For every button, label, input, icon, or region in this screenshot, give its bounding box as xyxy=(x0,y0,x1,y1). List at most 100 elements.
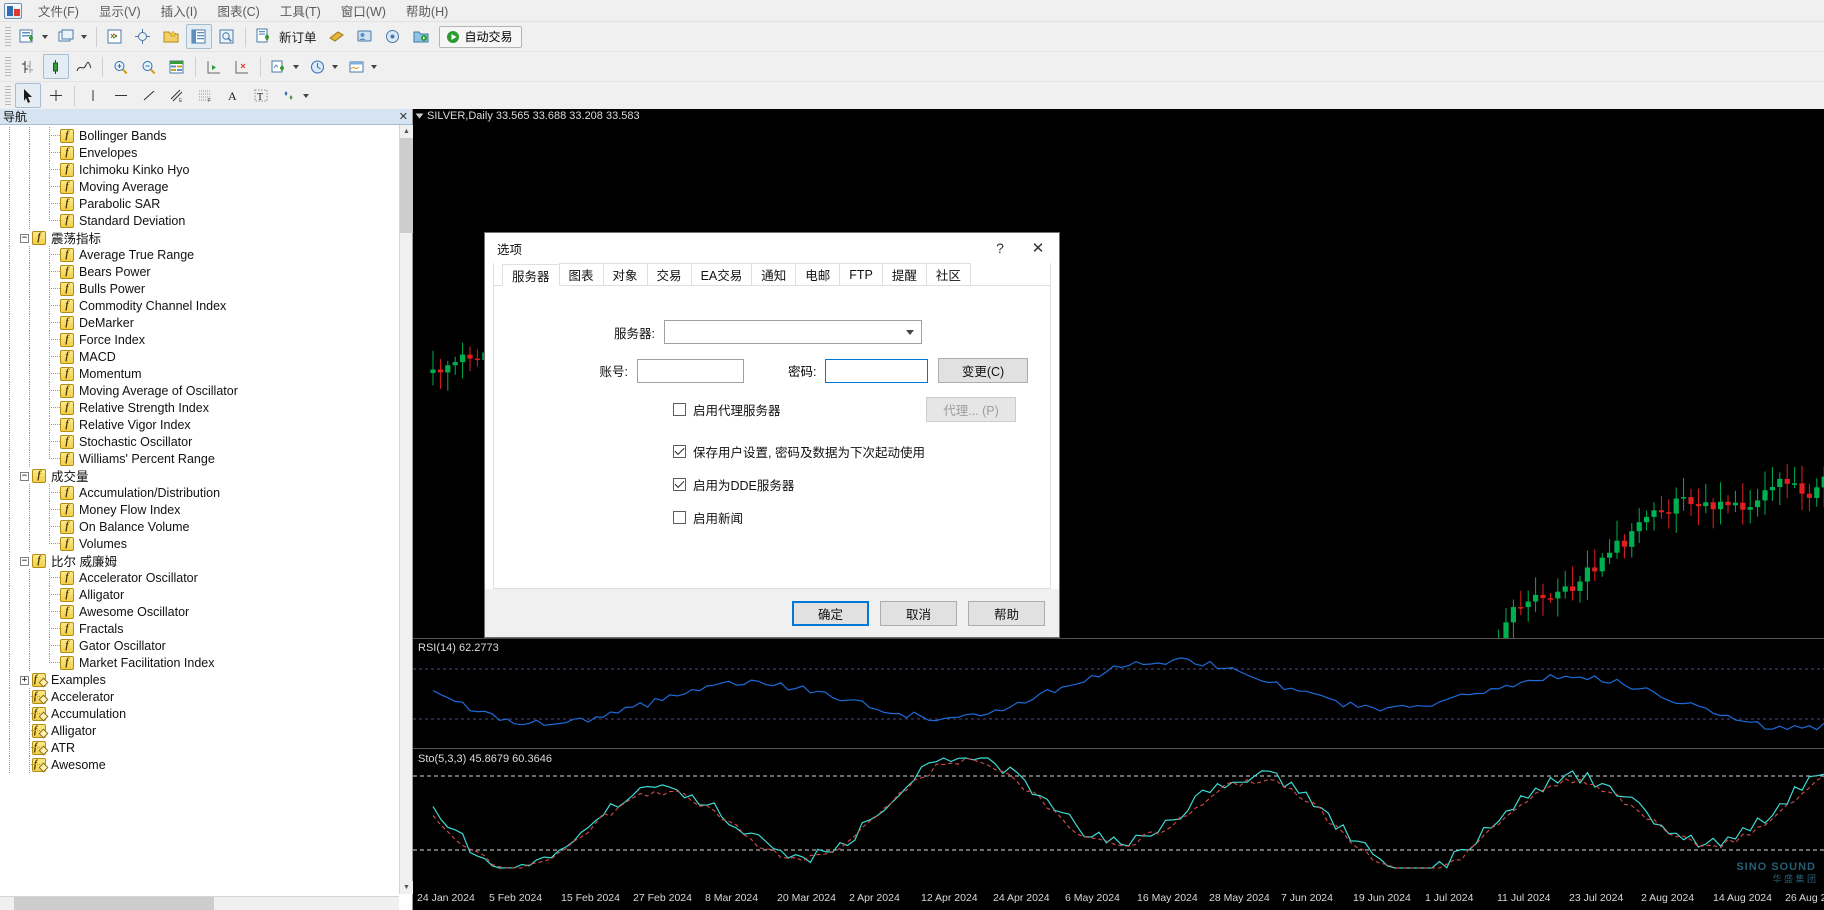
tree-item[interactable]: f Ichimoku Kinko Hyo xyxy=(0,161,412,178)
tree-group[interactable]: − f 震荡指标 xyxy=(0,229,412,246)
tree-item[interactable]: f Accumulation xyxy=(0,705,412,722)
server-combobox[interactable] xyxy=(664,320,922,344)
dialog-tab-7[interactable]: FTP xyxy=(839,263,883,285)
dialog-tab-9[interactable]: 社区 xyxy=(925,263,971,285)
tree-item[interactable]: f Envelopes xyxy=(0,144,412,161)
tree-item[interactable]: f Accelerator xyxy=(0,688,412,705)
tree-expander[interactable]: − xyxy=(20,234,29,243)
tree-item[interactable]: f Volumes xyxy=(0,535,412,552)
dialog-tab-1[interactable]: 图表 xyxy=(558,263,604,285)
templates-icon[interactable] xyxy=(344,54,370,79)
dialog-tab-4[interactable]: EA交易 xyxy=(690,263,753,285)
menu-help[interactable]: 帮助(H) xyxy=(396,0,458,23)
chart-profiles-icon[interactable] xyxy=(54,24,80,49)
text-icon[interactable]: A xyxy=(220,83,246,108)
save-settings-checkbox[interactable] xyxy=(673,445,686,458)
terminal-icon[interactable] xyxy=(186,24,212,49)
equidistant-channel-icon[interactable]: E xyxy=(164,83,190,108)
dialog-tab-5[interactable]: 通知 xyxy=(751,263,797,285)
mql5-community-icon[interactable] xyxy=(352,24,378,49)
tree-item[interactable]: f Accumulation/Distribution xyxy=(0,484,412,501)
account-input[interactable] xyxy=(637,358,744,383)
auto-trade-button[interactable]: 自动交易 xyxy=(438,25,522,48)
tree-item[interactable]: f Stochastic Oscillator xyxy=(0,433,412,450)
scrollbar-thumb[interactable] xyxy=(400,138,413,233)
tree-item[interactable]: f Money Flow Index xyxy=(0,501,412,518)
periods-dropdown-icon[interactable] xyxy=(332,64,338,69)
tree-item[interactable]: f Parabolic SAR xyxy=(0,195,412,212)
password-input[interactable] xyxy=(824,358,928,383)
dialog-tab-3[interactable]: 交易 xyxy=(646,263,692,285)
chart-menu-icon[interactable] xyxy=(415,113,424,119)
enable-news-label[interactable]: 启用新闻 xyxy=(693,508,743,527)
scroll-up-icon[interactable]: ▲ xyxy=(400,125,413,138)
tree-expander[interactable]: − xyxy=(20,472,29,481)
change-button[interactable]: 变更(C) xyxy=(938,358,1028,383)
new-order-label[interactable]: 新订单 xyxy=(278,27,323,46)
menu-view[interactable]: 显示(V) xyxy=(89,0,151,23)
tree-item[interactable]: f Bears Power xyxy=(0,263,412,280)
signals-icon[interactable] xyxy=(380,24,406,49)
dialog-tab-8[interactable]: 提醒 xyxy=(881,263,927,285)
scroll-down-icon[interactable]: ▼ xyxy=(400,881,413,894)
vertical-line-icon[interactable] xyxy=(80,83,106,108)
tree-item[interactable]: f Moving Average xyxy=(0,178,412,195)
tree-item[interactable]: f Commodity Channel Index xyxy=(0,297,412,314)
toolbar-grip[interactable] xyxy=(5,26,11,47)
tree-item[interactable]: f Williams' Percent Range xyxy=(0,450,412,467)
new-chart-icon[interactable] xyxy=(15,24,41,49)
tree-item[interactable]: f Awesome Oscillator xyxy=(0,603,412,620)
tree-item[interactable]: f Relative Vigor Index xyxy=(0,416,412,433)
menu-charts[interactable]: 图表(C) xyxy=(207,0,269,23)
indicators-icon[interactable] xyxy=(266,54,292,79)
dialog-tab-0[interactable]: 服务器 xyxy=(502,264,560,286)
navigator-tree[interactable]: f Bollinger Bands f Envelopes f Ichimoku Kink… xyxy=(0,125,412,910)
zoom-out-icon[interactable] xyxy=(136,54,162,79)
chart-shift-icon[interactable] xyxy=(229,54,255,79)
tree-item[interactable]: f Awesome xyxy=(0,756,412,773)
cancel-button[interactable]: 取消 xyxy=(880,600,957,626)
dde-server-label[interactable]: 启用为DDE服务器 xyxy=(693,475,794,494)
tree-item[interactable]: f On Balance Volume xyxy=(0,518,412,535)
scrollbar-thumb[interactable] xyxy=(14,897,214,910)
tree-item[interactable]: f Bulls Power xyxy=(0,280,412,297)
new-order-icon[interactable] xyxy=(251,24,277,49)
enable-proxy-checkbox[interactable] xyxy=(673,403,686,416)
periods-icon[interactable] xyxy=(305,54,331,79)
enable-news-checkbox[interactable] xyxy=(673,511,686,524)
navigator-icon[interactable] xyxy=(158,24,184,49)
tree-item[interactable]: f DeMarker xyxy=(0,314,412,331)
dialog-tab-6[interactable]: 电邮 xyxy=(795,263,841,285)
bar-chart-icon[interactable] xyxy=(15,54,41,79)
dialog-tab-2[interactable]: 对象 xyxy=(602,263,648,285)
dde-server-checkbox[interactable] xyxy=(673,478,686,491)
tree-item[interactable]: f MACD xyxy=(0,348,412,365)
tree-item[interactable]: f ATR xyxy=(0,739,412,756)
tree-group[interactable]: − f 比尔 威廉姆 xyxy=(0,552,412,569)
fibonacci-retracement-icon[interactable]: F xyxy=(192,83,218,108)
shapes-icon[interactable] xyxy=(276,83,302,108)
new-chart-dropdown-icon[interactable] xyxy=(42,34,48,39)
save-settings-label[interactable]: 保存用户设置, 密码及数据为下次起动使用 xyxy=(693,442,925,461)
toolbar-grip[interactable] xyxy=(5,56,11,77)
trendline-icon[interactable] xyxy=(136,83,162,108)
tree-group[interactable]: + f Examples xyxy=(0,671,412,688)
tree-item[interactable]: f Alligator xyxy=(0,586,412,603)
tree-item[interactable]: f Bollinger Bands xyxy=(0,127,412,144)
line-chart-icon[interactable] xyxy=(71,54,97,79)
zoom-in-icon[interactable] xyxy=(108,54,134,79)
tree-item[interactable]: f Gator Oscillator xyxy=(0,637,412,654)
navigator-vertical-scrollbar[interactable]: ▲ ▼ xyxy=(399,125,413,894)
help-icon[interactable]: ? xyxy=(983,233,1017,263)
horizontal-line-icon[interactable] xyxy=(108,83,134,108)
shapes-dropdown-icon[interactable] xyxy=(303,93,309,98)
tree-item[interactable]: f Fractals xyxy=(0,620,412,637)
close-icon[interactable]: ✕ xyxy=(1017,233,1059,263)
indicators-dropdown-icon[interactable] xyxy=(293,64,299,69)
templates-dropdown-icon[interactable] xyxy=(371,64,377,69)
help-button[interactable]: 帮助 xyxy=(968,600,1045,626)
enable-proxy-label[interactable]: 启用代理服务器 xyxy=(693,400,781,419)
proxy-settings-button[interactable]: 代理... (P) xyxy=(926,397,1016,422)
candlestick-chart-icon[interactable] xyxy=(43,54,69,79)
market-icon[interactable] xyxy=(408,24,434,49)
